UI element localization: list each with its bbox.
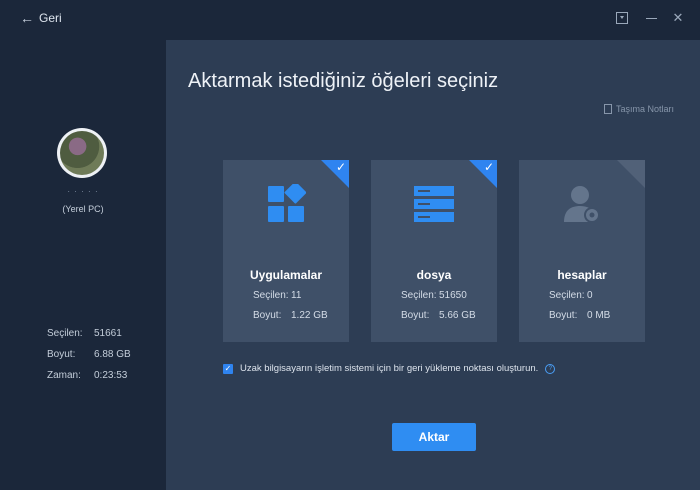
title-bar: ← Geri ✕	[0, 0, 700, 40]
unselected-corner	[617, 160, 645, 188]
card-size-value: 5.66 GB	[439, 310, 476, 321]
migration-notes-label: Taşıma Notları	[615, 104, 674, 114]
card-selected-key: Seçilen:	[549, 290, 585, 301]
back-button[interactable]: ← Geri	[20, 11, 62, 25]
card-size: Boyut: 1.22 GB	[253, 310, 328, 321]
transfer-button[interactable]: Aktar	[392, 423, 476, 451]
card-selected-value: 51650	[439, 290, 467, 301]
avatar	[57, 128, 107, 178]
pc-label: (Yerel PC)	[62, 204, 104, 214]
page-title: Aktarmak istediğiniz öğeleri seçiniz	[188, 70, 499, 92]
minimize-icon[interactable]	[643, 10, 659, 26]
card-title: dosya	[416, 268, 452, 282]
help-icon[interactable]: ?	[545, 363, 556, 374]
close-icon[interactable]: ✕	[670, 10, 686, 26]
card-selected-key: Seçilen:	[401, 290, 437, 301]
card-size: Boyut: 5.66 GB	[401, 310, 476, 321]
file-stack-icon	[414, 186, 454, 222]
card-size-key: Boyut:	[253, 310, 282, 321]
stat-value: 0:23:53	[94, 370, 128, 381]
card-title: Uygulamalar	[249, 268, 323, 282]
back-arrow-icon: ←	[20, 10, 34, 26]
card-accounts[interactable]: hesaplar Seçilen: 0 Boyut: 0 MB	[519, 160, 645, 342]
card-selected: Seçilen: 51650	[401, 290, 467, 301]
card-selected-key: Seçilen:	[253, 290, 289, 301]
restore-icon[interactable]	[614, 10, 630, 26]
card-size: Boyut: 0 MB	[549, 310, 610, 321]
restore-point-checkbox[interactable]: ✓	[223, 363, 233, 374]
stat-key: Boyut:	[47, 349, 76, 360]
card-selected-value: 0	[587, 290, 593, 301]
card-selected: Seçilen: 11	[253, 290, 301, 301]
stat-key: Seçilen:	[47, 328, 83, 339]
card-title: hesaplar	[557, 268, 607, 282]
stat-time: Zaman: 0:23:53	[47, 370, 127, 381]
stat-key: Zaman:	[47, 370, 81, 381]
restore-point-option: ✓ Uzak bilgisayarın işletim sistemi için…	[223, 363, 556, 374]
card-size-key: Boyut:	[401, 310, 430, 321]
document-icon	[603, 104, 612, 114]
card-selected: Seçilen: 0	[549, 290, 593, 301]
source-pc-panel: · · · · · (Yerel PC) Seçilen: 51661 Boyu…	[0, 40, 166, 490]
stat-size: Boyut: 6.88 GB	[47, 349, 131, 360]
apps-grid-icon	[268, 184, 306, 222]
card-applications[interactable]: ✓ Uygulamalar Seçilen: 11 Boyut: 1.22 GB	[223, 160, 349, 342]
main-panel: Aktarmak istediğiniz öğeleri seçiniz Taş…	[166, 40, 700, 490]
card-selected-value: 11	[291, 290, 302, 301]
stat-value: 51661	[94, 328, 122, 339]
stat-selected: Seçilen: 51661	[47, 328, 122, 339]
stat-value: 6.88 GB	[94, 349, 131, 360]
card-size-value: 1.22 GB	[291, 310, 328, 321]
back-label: Geri	[39, 11, 62, 25]
card-size-key: Boyut:	[549, 310, 578, 321]
pc-name: · · · · ·	[67, 187, 99, 196]
card-size-value: 0 MB	[587, 310, 611, 321]
checkmark-icon: ✓	[335, 160, 346, 174]
migration-notes-link[interactable]: Taşıma Notları	[603, 104, 674, 114]
user-account-icon	[564, 186, 600, 223]
restore-point-label: Uzak bilgisayarın işletim sistemi için b…	[240, 363, 539, 374]
card-files[interactable]: ✓ dosya Seçilen: 51650 Boyut: 5.66 GB	[371, 160, 497, 342]
checkmark-icon: ✓	[483, 160, 494, 174]
